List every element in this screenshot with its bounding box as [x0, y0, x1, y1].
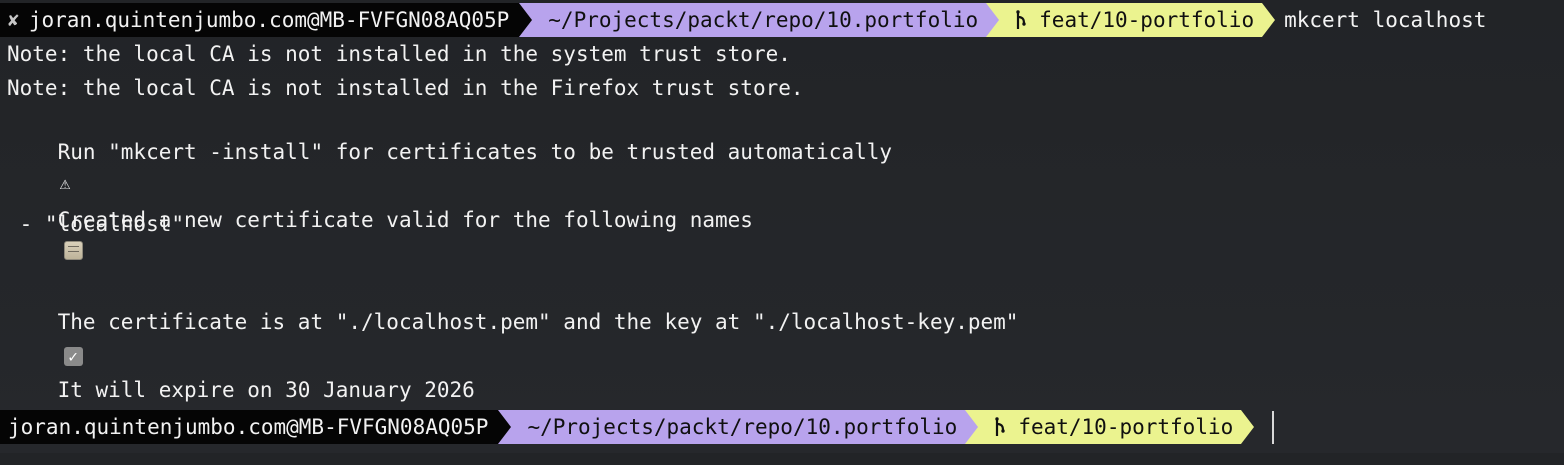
prompt-line-current[interactable]: joran.quintenjumbo.com@MB-FVFGN08AQ05P ~…	[0, 410, 1275, 444]
prompt-user-host: joran.quintenjumbo.com@MB-FVFGN08AQ05P	[8, 415, 489, 439]
prompt-path: ~/Projects/packt/repo/10.portfolio	[527, 415, 958, 439]
error-status-icon: ✘	[8, 9, 19, 31]
output-line: Created a new certificate valid for the …	[7, 175, 753, 260]
prompt-separator-arrow-icon	[1262, 3, 1276, 37]
output-line: Note: the local CA is not installed in t…	[7, 42, 791, 66]
prompt-separator-arrow-icon	[965, 410, 979, 444]
output-line-text: The certificate is at "./localhost.pem" …	[57, 310, 1019, 334]
prompt-path-segment: ~/Projects/packt/repo/10.portfolio	[511, 410, 966, 444]
prompt-path-segment: ~/Projects/packt/repo/10.portfolio	[532, 3, 987, 37]
prompt-path: ~/Projects/packt/repo/10.portfolio	[548, 8, 979, 32]
prompt-user-host-segment: joran.quintenjumbo.com@MB-FVFGN08AQ05P	[0, 410, 499, 444]
output-line: Run "mkcert -install" for certificates t…	[7, 107, 892, 194]
prompt-user-host-segment: ✘ joran.quintenjumbo.com@MB-FVFGN08AQ05P	[0, 3, 520, 37]
prompt-branch-segment: feat/10-portfolio	[978, 410, 1242, 444]
prompt-user-host: joran.quintenjumbo.com@MB-FVFGN08AQ05P	[28, 8, 510, 32]
scroll-emoji-icon	[63, 241, 83, 260]
prompt-branch-segment: feat/10-portfolio	[999, 3, 1263, 37]
git-branch-icon	[995, 417, 1006, 436]
terminal-window[interactable]: ✘ joran.quintenjumbo.com@MB-FVFGN08AQ05P…	[0, 0, 1564, 453]
prompt-branch: feat/10-portfolio	[1018, 415, 1234, 439]
prompt-separator-arrow-icon	[1241, 410, 1255, 444]
output-line: It will expire on 30 January 2026 🗓	[7, 345, 475, 434]
prompt-separator-arrow-icon	[519, 3, 533, 37]
prompt-separator-arrow-icon	[498, 410, 512, 444]
git-branch-icon	[1016, 10, 1026, 29]
output-line-text: It will expire on 30 January 2026	[57, 378, 475, 402]
output-line: - "localhost"	[7, 212, 185, 236]
prompt-line-previous: ✘ joran.quintenjumbo.com@MB-FVFGN08AQ05P…	[0, 3, 1486, 37]
text-cursor[interactable]	[1272, 410, 1275, 444]
output-line: The certificate is at "./localhost.pem" …	[7, 277, 1018, 366]
output-line-text: Run "mkcert -install" for certificates t…	[57, 140, 893, 164]
prompt-branch: feat/10-portfolio	[1039, 8, 1255, 32]
output-line: Note: the local CA is not installed in t…	[7, 76, 804, 100]
prompt-separator-arrow-icon	[986, 3, 1000, 37]
executed-command: mkcert localhost	[1284, 8, 1487, 32]
